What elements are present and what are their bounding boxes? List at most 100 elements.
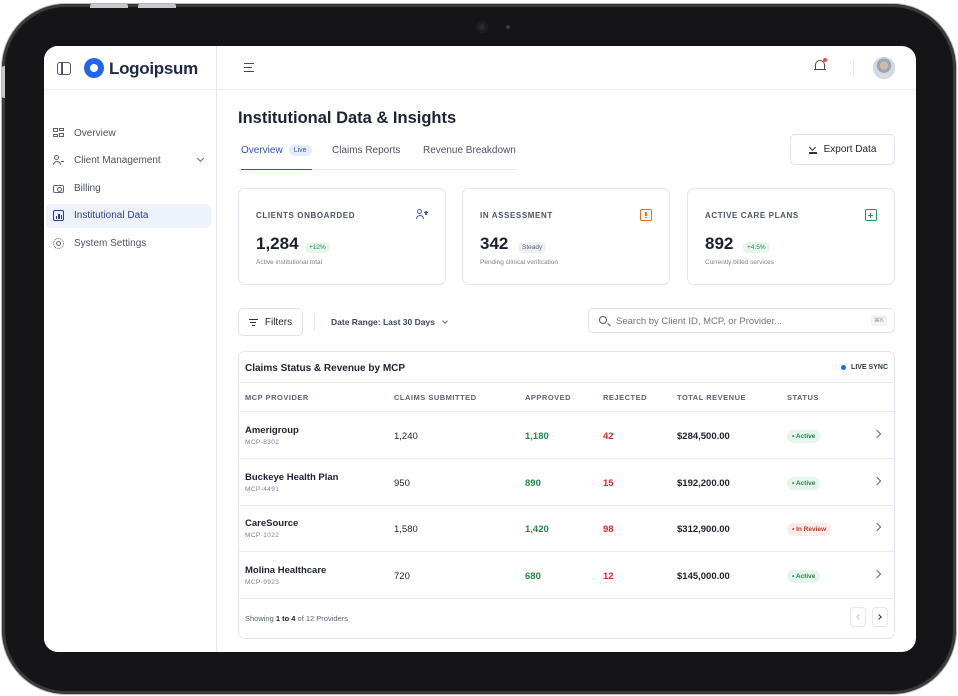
sidebar-item-label: Overview <box>74 127 116 139</box>
bell-icon[interactable] <box>814 58 827 73</box>
sidebar-toggle-icon[interactable] <box>57 62 71 75</box>
tab-label: Overview <box>241 145 283 156</box>
stat-value: 1,284 <box>256 234 299 253</box>
chevron-left-icon <box>856 614 862 620</box>
tab-revenue-breakdown[interactable]: Revenue Breakdown <box>423 145 516 170</box>
claims-approved: 1,180 <box>525 431 549 442</box>
sensor <box>506 25 510 29</box>
claims-rejected: 12 <box>603 571 614 582</box>
stat-change-badge: Steady <box>518 242 547 253</box>
provider-id: MCP-1022 <box>245 532 280 539</box>
prev-page-button[interactable] <box>850 607 866 627</box>
notification-dot <box>823 58 827 62</box>
provider-name: Amerigroup <box>245 425 299 436</box>
tab-overview[interactable]: Overview Live <box>241 145 312 170</box>
sidebar-item-client-management[interactable]: Client Management <box>46 149 211 173</box>
download-icon <box>808 146 817 154</box>
table-column-headers: MCP PROVIDER CLAIMS SUBMITTED APPROVED R… <box>239 383 894 412</box>
user-plus-icon <box>416 209 428 221</box>
stat-subtitle: Currently billed services <box>705 259 774 266</box>
chevron-right-icon[interactable] <box>872 522 882 532</box>
column-header-provider[interactable]: MCP PROVIDER <box>245 393 309 402</box>
filter-icon <box>248 318 258 326</box>
keyboard-shortcut-badge: ⌘K <box>870 315 887 326</box>
table-footer: Showing 1 to 4 of 12 Providers <box>239 598 894 638</box>
stat-label: CLIENTS ONBOARDED <box>256 211 356 220</box>
stat-change-badge: +12% <box>305 242 330 253</box>
stat-card-in-assessment: IN ASSESSMENT 342 Steady Pending clinica… <box>462 188 670 285</box>
search-input[interactable] <box>616 313 856 329</box>
chevron-right-icon[interactable] <box>872 476 882 486</box>
table-title: Claims Status & Revenue by MCP <box>245 363 406 374</box>
table-row[interactable]: CareSource MCP-1022 1,580 1,420 98 $312,… <box>239 505 894 552</box>
table-row[interactable]: Molina Healthcare MCP-9923 720 680 12 $1… <box>239 552 894 599</box>
sidebar-item-billing[interactable]: Billing <box>46 176 211 200</box>
column-header-approved[interactable]: APPROVED <box>525 393 571 402</box>
power-button <box>2 66 5 98</box>
status-badge: • Active <box>787 477 821 490</box>
divider <box>314 314 315 330</box>
live-dot-icon <box>841 365 847 370</box>
chevron-right-icon[interactable] <box>872 569 882 579</box>
table-row[interactable]: Amerigroup MCP-8302 1,240 1,180 42 $284,… <box>239 412 894 459</box>
live-sync-label: LIVE SYNC <box>851 364 888 371</box>
avatar[interactable] <box>873 57 895 79</box>
live-badge: Live <box>288 145 312 156</box>
chart-icon <box>53 210 64 221</box>
claims-submitted: 720 <box>394 571 410 582</box>
claims-submitted: 1,580 <box>394 524 418 535</box>
gear-icon <box>53 237 64 249</box>
topbar <box>217 46 916 90</box>
stat-card-clients-onboarded: CLIENTS ONBOARDED 1,284 +12% Active inst… <box>238 188 446 285</box>
volume-button <box>138 4 176 8</box>
app-screen: Logoipsum Overview Client Management Bil… <box>44 46 916 652</box>
status-badge: • In Review <box>787 523 832 536</box>
chevron-right-icon[interactable] <box>872 429 882 439</box>
stat-label: IN ASSESSMENT <box>480 211 553 220</box>
users-icon <box>53 155 64 166</box>
tab-bar: Overview Live Claims Reports Revenue Brea… <box>238 143 516 170</box>
sidebar-item-system-settings[interactable]: System Settings <box>46 231 211 255</box>
pagination-prefix: Showing <box>245 614 276 623</box>
provider-name: CareSource <box>245 518 299 529</box>
search-icon <box>599 316 607 324</box>
stats-cards: CLIENTS ONBOARDED 1,284 +12% Active inst… <box>238 188 895 285</box>
sidebar: Logoipsum Overview Client Management Bil… <box>44 46 217 652</box>
stat-label: ACTIVE CARE PLANS <box>705 211 799 220</box>
date-range-select[interactable]: Date Range: Last 30 Days <box>331 317 435 327</box>
live-sync-indicator: LIVE SYNC <box>841 364 888 371</box>
main-content: Institutional Data & Insights Overview Li… <box>217 90 916 652</box>
medical-bag-icon <box>865 209 877 221</box>
column-header-status[interactable]: STATUS <box>787 393 819 402</box>
menu-collapse-icon[interactable] <box>244 63 256 73</box>
stat-card-active-care-plans: ACTIVE CARE PLANS 892 +4.5% Currently bi… <box>687 188 895 285</box>
volume-button <box>90 4 128 8</box>
total-revenue: $145,000.00 <box>677 571 730 582</box>
status-badge: • Active <box>787 430 821 443</box>
sidebar-item-institutional-data[interactable]: Institutional Data <box>46 203 211 228</box>
chevron-down-icon[interactable] <box>442 318 448 324</box>
pagination-suffix: of 12 Providers <box>295 614 348 623</box>
claims-approved: 890 <box>525 478 541 489</box>
export-data-button[interactable]: Export Data <box>790 134 895 165</box>
next-page-button[interactable] <box>872 607 888 627</box>
provider-id: MCP-4491 <box>245 486 280 493</box>
table-row[interactable]: Buckeye Health Plan MCP-4491 950 890 15 … <box>239 459 894 506</box>
brand-header: Logoipsum <box>44 46 217 90</box>
sidebar-item-overview[interactable]: Overview <box>46 121 211 145</box>
divider <box>853 60 854 76</box>
filters-button[interactable]: Filters <box>238 308 303 336</box>
export-label: Export Data <box>823 144 877 155</box>
column-header-total-revenue[interactable]: TOTAL REVENUE <box>677 393 746 402</box>
chevron-down-icon[interactable] <box>196 154 205 162</box>
provider-name: Buckeye Health Plan <box>245 472 339 483</box>
stat-value: 342 <box>480 234 509 253</box>
claims-table-card: Claims Status & Revenue by MCP LIVE SYNC… <box>238 351 895 639</box>
column-header-rejected[interactable]: REJECTED <box>603 393 647 402</box>
stat-value: 892 <box>705 234 734 253</box>
pagination-range: 1 to 4 <box>275 614 296 623</box>
tab-claims-reports[interactable]: Claims Reports <box>332 145 400 170</box>
column-header-claims-submitted[interactable]: CLAIMS SUBMITTED <box>394 393 477 402</box>
billing-icon <box>53 185 64 193</box>
sidebar-item-label: System Settings <box>74 237 147 249</box>
